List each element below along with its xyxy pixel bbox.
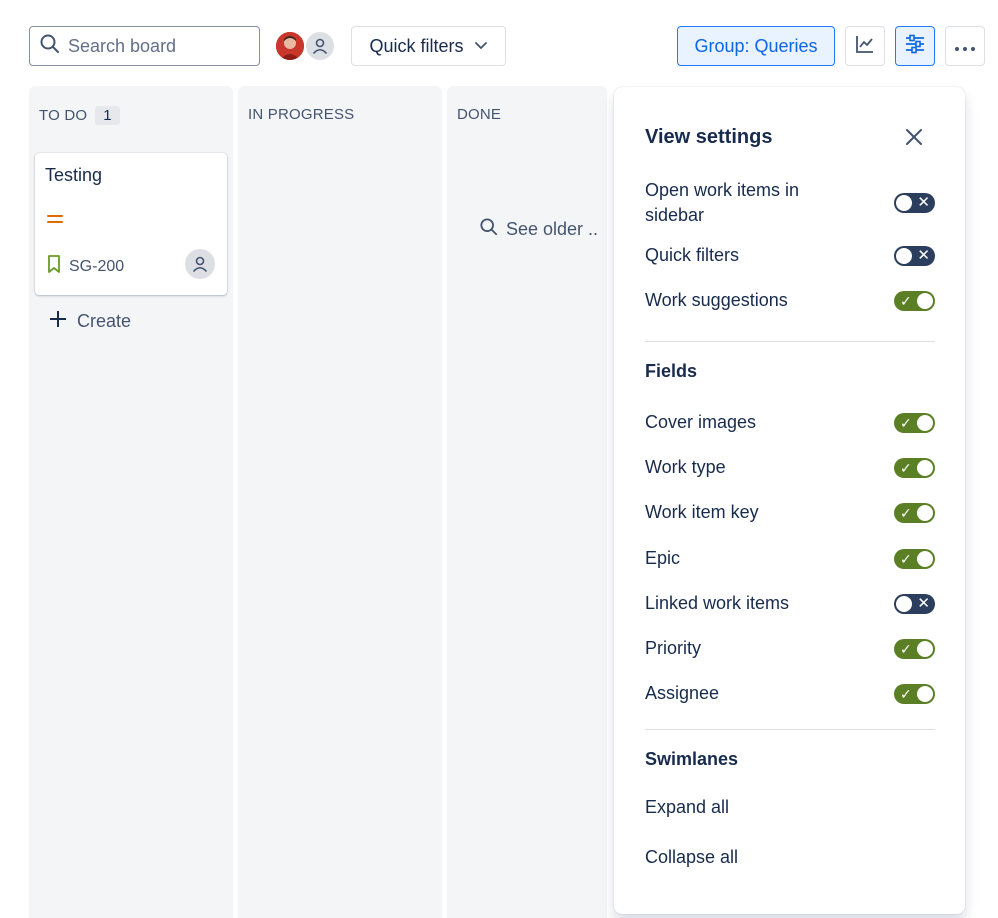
- search-icon: [480, 218, 498, 241]
- check-icon: ✓: [900, 504, 912, 521]
- work-item-card[interactable]: Testing SG-200: [35, 153, 227, 295]
- sliders-icon: [904, 33, 926, 60]
- check-icon: ✓: [900, 292, 912, 309]
- plus-icon: [49, 310, 67, 333]
- setting-label: Quick filters: [645, 245, 740, 265]
- toggle-open-in-sidebar[interactable]: ✕: [894, 193, 935, 213]
- panel-title: View settings: [645, 126, 773, 148]
- group-by-label: Group: Queries: [694, 35, 818, 56]
- field-label: Linked work items: [645, 593, 790, 613]
- view-settings-button[interactable]: [895, 26, 935, 66]
- x-icon: ✕: [917, 246, 930, 264]
- field-assignee: Assignee ✓: [645, 681, 935, 706]
- check-icon: ✓: [900, 550, 912, 567]
- create-button[interactable]: Create: [49, 310, 131, 333]
- toggle-priority[interactable]: ✓: [894, 638, 935, 659]
- search-icon: [40, 34, 60, 59]
- swimlanes-heading: Swimlanes: [645, 749, 739, 769]
- assignee-filter[interactable]: [274, 30, 338, 62]
- search-input[interactable]: [68, 35, 248, 57]
- see-older-label: See older ..: [506, 219, 599, 239]
- column-header-done: DONE: [457, 106, 501, 123]
- close-icon[interactable]: [903, 126, 925, 148]
- fields-heading: Fields: [645, 361, 698, 381]
- card-key-label: SG-200: [69, 257, 125, 275]
- check-icon: ✓: [900, 685, 912, 702]
- toggle-quick-filters[interactable]: ✕: [894, 245, 935, 266]
- group-by-button[interactable]: Group: Queries: [677, 26, 835, 66]
- field-work-type: Work type ✓: [645, 455, 935, 480]
- check-icon: ✓: [900, 640, 912, 657]
- column-count: 1: [95, 106, 120, 125]
- search-board[interactable]: [29, 26, 260, 66]
- user-avatar[interactable]: [274, 30, 306, 62]
- card-title: Testing: [45, 165, 103, 185]
- field-epic: Epic ✓: [645, 546, 935, 571]
- toggle-linked-work-items[interactable]: ✕: [894, 593, 935, 614]
- column-in-progress: IN PROGRESS: [238, 86, 442, 918]
- check-icon: ✓: [900, 414, 912, 431]
- check-icon: ✓: [900, 459, 912, 476]
- column-todo: TO DO 1 Testing SG-200 Create: [29, 86, 233, 918]
- quick-filters-label: Quick filters: [369, 35, 464, 56]
- story-icon: [47, 255, 61, 278]
- field-label: Epic: [645, 548, 681, 568]
- field-label: Work type: [645, 457, 726, 477]
- field-label: Work item key: [645, 502, 759, 522]
- chart-line-icon: [855, 34, 875, 59]
- field-linked-work-items: Linked work items ✕: [645, 591, 935, 616]
- column-title: IN PROGRESS: [248, 106, 355, 123]
- expand-all-button[interactable]: Expand all: [645, 797, 729, 818]
- field-cover-images: Cover images ✓: [645, 410, 935, 435]
- column-done: DONE See older ..: [447, 86, 607, 918]
- column-title: DONE: [457, 106, 502, 123]
- field-label: Assignee: [645, 683, 720, 703]
- chevron-down-icon: [474, 36, 488, 57]
- x-icon: ✕: [917, 594, 930, 612]
- field-label: Cover images: [645, 412, 757, 432]
- insights-button[interactable]: [845, 26, 885, 66]
- see-older-button[interactable]: See older ..: [480, 218, 605, 241]
- field-priority: Priority ✓: [645, 636, 935, 661]
- toggle-work-type[interactable]: ✓: [894, 457, 935, 478]
- toggle-cover-images[interactable]: ✓: [894, 412, 935, 433]
- field-label: Priority: [645, 638, 702, 658]
- card-key: SG-200: [47, 255, 124, 278]
- toggle-work-item-key[interactable]: ✓: [894, 502, 935, 523]
- toggle-work-suggestions[interactable]: ✓: [894, 290, 935, 311]
- divider: [645, 341, 935, 342]
- create-label: Create: [77, 311, 132, 331]
- toggle-epic[interactable]: ✓: [894, 548, 935, 569]
- divider: [645, 729, 935, 730]
- field-work-item-key: Work item key ✓: [645, 500, 935, 525]
- quick-filters-button[interactable]: Quick filters: [351, 26, 506, 66]
- unassigned-avatar[interactable]: [304, 30, 336, 62]
- column-header-in-progress: IN PROGRESS: [248, 106, 354, 123]
- setting-label: Work suggestions: [645, 290, 788, 310]
- column-header-todo: TO DO 1: [39, 106, 120, 125]
- setting-work-suggestions: Work suggestions ✓: [645, 288, 935, 313]
- card-assignee-avatar[interactable]: [185, 249, 215, 279]
- setting-open-in-sidebar: Open work items in sidebar ✕: [645, 177, 935, 229]
- collapse-all-button[interactable]: Collapse all: [645, 847, 738, 868]
- priority-medium-icon: [47, 215, 63, 225]
- setting-label: Open work items in sidebar: [645, 180, 800, 225]
- more-actions-button[interactable]: [945, 26, 985, 66]
- toggle-assignee[interactable]: ✓: [894, 683, 935, 704]
- x-icon: ✕: [917, 194, 930, 211]
- setting-quick-filters: Quick filters ✕: [645, 243, 935, 268]
- column-title: TO DO: [39, 107, 88, 124]
- view-settings-panel: View settings Open work items in sidebar…: [614, 87, 965, 914]
- more-icon: [954, 36, 976, 57]
